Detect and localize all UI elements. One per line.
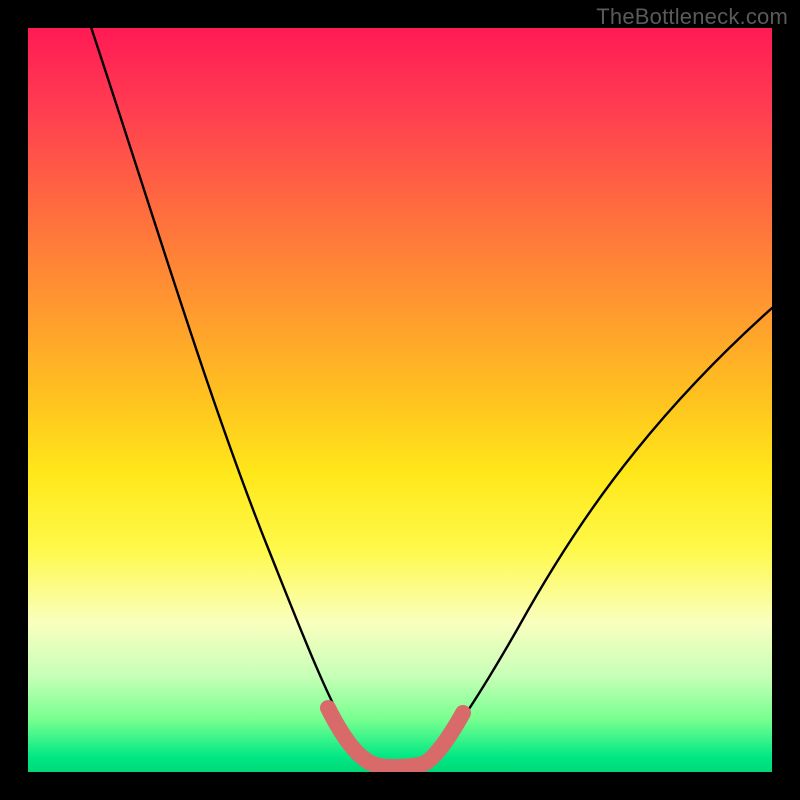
highlighted-dip [328, 708, 463, 767]
watermark-text: TheBottleneck.com [596, 4, 788, 30]
right-curve [428, 308, 772, 763]
plot-area [28, 28, 772, 772]
curve-layer [28, 28, 772, 772]
chart-frame: TheBottleneck.com [0, 0, 800, 800]
left-curve [88, 28, 373, 763]
